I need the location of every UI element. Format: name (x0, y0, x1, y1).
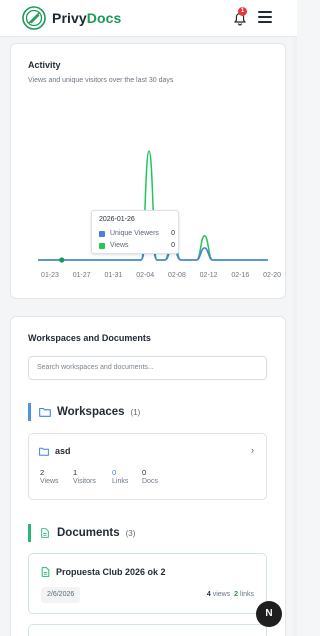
tooltip-row-unique: Unique Viewers 0 (99, 229, 175, 238)
x-tick-label: 01-23 (41, 272, 59, 279)
app-page: PrivyDocs 1 Activity Views and unique vi… (0, 0, 297, 636)
workspaces-section-header: Workspaces (1) (28, 403, 140, 421)
visitors-label: Visitors (73, 478, 96, 485)
activity-card: Activity Views and unique visitors over … (10, 43, 286, 299)
doc-views-label: views (212, 591, 231, 598)
page-scrollbar[interactable] (293, 37, 297, 636)
document-date: 2/6/2026 (41, 587, 81, 603)
x-tick-label: 02-20 (263, 272, 281, 279)
workspaces-count: (1) (130, 407, 141, 417)
documents-count: (3) (125, 528, 136, 538)
workspaces-documents-title: Workspaces and Documents (28, 333, 151, 343)
tooltip-views-label: Views (110, 242, 129, 249)
activity-line-chart[interactable]: 01-23 01-27 01-31 02-04 02-08 02-12 02-16 02-20 (11, 44, 287, 300)
folder-icon (39, 447, 49, 456)
links-value: 0 (112, 468, 117, 477)
x-tick-label: 02-08 (168, 272, 186, 279)
chevron-right-icon: › (251, 445, 254, 455)
tooltip-views-value: 0 (171, 242, 175, 249)
workspace-name-row: asd (39, 446, 71, 456)
documents-section-header: Documents (3) (28, 524, 135, 542)
doc-views-value: 4 (206, 591, 211, 598)
document-card[interactable]: Propuesta Club 2026 ok 2 2/6/2026 4 view… (28, 553, 267, 614)
tooltip-unique-value: 0 (171, 230, 175, 237)
top-navbar: PrivyDocs 1 (0, 0, 297, 37)
document-name-row: Propuesta Club 2026 ok 2 (41, 567, 166, 577)
links-label: Links (112, 478, 129, 485)
x-tick-label: 02-12 (200, 272, 218, 279)
views-label: Views (40, 478, 59, 485)
documents-label: Documents (57, 527, 120, 539)
x-tick-label: 01-27 (73, 272, 91, 279)
brand-name: PrivyDocs (52, 10, 121, 26)
hamburger-menu-icon[interactable] (258, 11, 272, 23)
workspace-stat-visitors: 1 Visitors (73, 468, 96, 485)
notification-count-badge: 1 (238, 7, 247, 16)
docs-value: 0 (142, 468, 147, 477)
workspace-stat-docs: 0 Docs (142, 468, 158, 485)
visitors-value: 1 (73, 468, 78, 477)
tooltip-date: 2026-01-26 (99, 216, 135, 223)
document-icon (41, 528, 49, 538)
folder-icon (39, 407, 51, 417)
search-input[interactable]: Search workspaces and documents... (28, 356, 267, 380)
floating-n-badge[interactable]: N (256, 601, 282, 627)
x-tick-label: 02-04 (136, 272, 154, 279)
workspace-stat-links: 0 Links (112, 468, 128, 485)
highlight-point (59, 257, 65, 263)
privydocs-logo-icon (22, 6, 46, 30)
tooltip-row-views: Views 0 (99, 241, 175, 250)
workspace-stat-views: 2 Views (40, 468, 59, 485)
document-meta: 4 views 2 links (207, 591, 254, 598)
tooltip-unique-label: Unique Viewers (110, 230, 159, 237)
document-card-next[interactable] (28, 624, 267, 636)
docs-label: Docs (142, 478, 158, 485)
workspace-card-asd[interactable]: asd › 2 Views 1 Visitors 0 Links 0 Docs (28, 433, 267, 500)
doc-links-value: 2 (234, 591, 239, 598)
doc-links-label: links (239, 591, 254, 598)
workspaces-documents-card: Workspaces and Documents Search workspac… (10, 316, 286, 636)
brand-logo[interactable]: PrivyDocs (22, 6, 121, 30)
chart-tooltip: 2026-01-26 Unique Viewers 0 Views 0 (91, 210, 179, 254)
brand-name-docs: Docs (86, 10, 122, 26)
document-name: Propuesta Club 2026 ok 2 (56, 567, 166, 577)
workspaces-label: Workspaces (57, 406, 125, 418)
unique-viewers-swatch (99, 230, 105, 237)
workspace-name: asd (55, 446, 71, 456)
views-swatch (99, 242, 105, 249)
brand-name-privy: Privy (52, 10, 87, 26)
x-tick-label: 02-16 (231, 272, 249, 279)
views-value: 2 (40, 468, 45, 477)
document-icon (41, 567, 50, 577)
x-tick-label: 01-31 (104, 272, 122, 279)
